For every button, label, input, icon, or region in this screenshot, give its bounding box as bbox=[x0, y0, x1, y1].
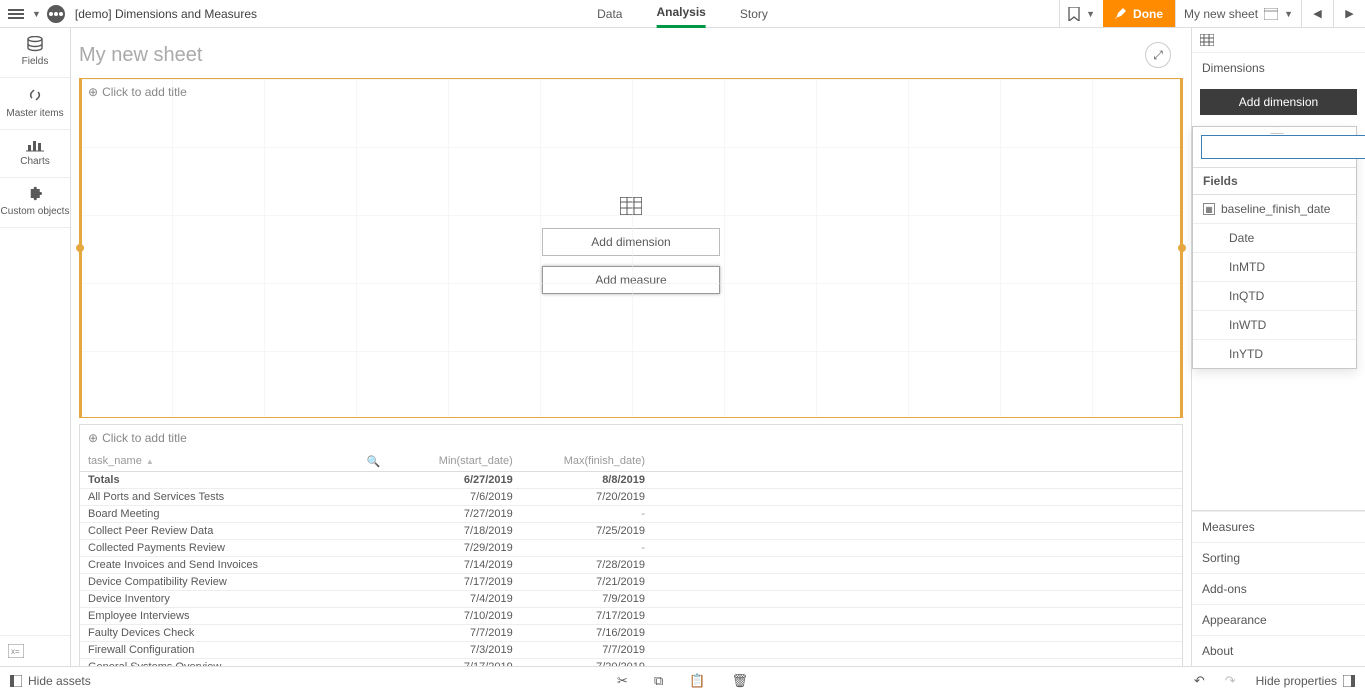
field-item-child[interactable]: InYTD bbox=[1193, 340, 1356, 368]
table-title-hint[interactable]: ⊕ Click to add title bbox=[80, 425, 1182, 451]
table-row[interactable]: Board Meeting7/27/2019- bbox=[80, 506, 1182, 523]
hide-properties-button[interactable]: Hide properties bbox=[1256, 674, 1355, 688]
menu-icon[interactable] bbox=[6, 5, 26, 23]
canvas: My new sheet ⤢ ⊕ Click to add title Add … bbox=[71, 28, 1191, 666]
table-row[interactable]: Totals6/27/20198/8/2019 bbox=[80, 472, 1182, 489]
cut-button[interactable]: ✂ bbox=[617, 673, 628, 689]
delete-button[interactable]: 🗑 bbox=[731, 673, 748, 689]
svg-text:x=: x= bbox=[11, 647, 20, 656]
app-title: [demo] Dimensions and Measures bbox=[75, 7, 257, 21]
sorting-section[interactable]: Sorting bbox=[1192, 542, 1365, 573]
done-label: Done bbox=[1133, 7, 1163, 21]
sheet-icon bbox=[1264, 8, 1278, 20]
field-item-child[interactable]: Date bbox=[1193, 224, 1356, 253]
table-row[interactable]: Employee Interviews7/10/20197/17/2019 bbox=[80, 608, 1182, 625]
grid-bg bbox=[80, 79, 1182, 417]
sheet-name: My new sheet bbox=[1184, 7, 1258, 21]
field-item-child[interactable]: InMTD bbox=[1193, 253, 1356, 282]
sheet-title[interactable]: My new sheet bbox=[79, 44, 202, 67]
sidebar-item-fields[interactable]: Fields bbox=[0, 28, 70, 78]
field-search-input[interactable] bbox=[1201, 135, 1365, 159]
right-panel: Dimensions Add dimension ○ fx Fields ▦ b… bbox=[1191, 28, 1365, 666]
table-row[interactable]: Collect Peer Review Data7/18/20197/25/20… bbox=[80, 523, 1182, 540]
collapse-right-icon bbox=[1343, 675, 1355, 687]
left-panel: Fields Master items Charts Custom object… bbox=[0, 28, 71, 666]
plus-icon: ⊕ bbox=[88, 431, 98, 445]
top-tabs: Data Analysis Story bbox=[597, 0, 768, 28]
measures-section[interactable]: Measures bbox=[1192, 511, 1365, 542]
field-item-child[interactable]: InWTD bbox=[1193, 311, 1356, 340]
collapse-icon bbox=[10, 675, 22, 687]
bottombar: Hide assets ✂ ⧉ 📋 🗑 ↶ ↷ Hide properties bbox=[0, 666, 1365, 694]
field-item-child[interactable]: InQTD bbox=[1193, 282, 1356, 311]
fields-header: Fields bbox=[1193, 167, 1356, 195]
undo-button[interactable]: ↶ bbox=[1194, 673, 1205, 689]
add-dimension-panel-button[interactable]: Add dimension bbox=[1200, 89, 1357, 115]
plus-icon: ⊕ bbox=[88, 85, 98, 99]
bookmark-button[interactable]: ▼ bbox=[1059, 0, 1103, 27]
data-table: task_name▲ 🔍 Min(start_date) Max(finish_… bbox=[80, 451, 1182, 666]
chart-title-hint[interactable]: ⊕ Click to add title bbox=[88, 85, 187, 99]
chart-object[interactable]: ⊕ Click to add title Add dimension Add m… bbox=[79, 78, 1183, 418]
table-row[interactable]: Collected Payments Review7/29/2019- bbox=[80, 540, 1182, 557]
app-icon bbox=[47, 5, 65, 23]
tab-analysis[interactable]: Analysis bbox=[656, 0, 705, 28]
database-icon bbox=[26, 36, 44, 52]
bookmark-icon bbox=[1068, 7, 1080, 21]
pencil-icon bbox=[1115, 8, 1127, 20]
link-icon bbox=[26, 86, 44, 104]
sheet-selector[interactable]: My new sheet ▼ bbox=[1175, 0, 1301, 27]
topbar: ▼ [demo] Dimensions and Measures Data An… bbox=[0, 0, 1365, 28]
addons-section[interactable]: Add-ons bbox=[1192, 573, 1365, 604]
redo-button[interactable]: ↷ bbox=[1225, 673, 1236, 689]
resize-handle-right[interactable] bbox=[1178, 244, 1186, 252]
col-max-finish[interactable]: Max(finish_date) bbox=[521, 451, 653, 472]
table-object[interactable]: ⊕ Click to add title task_name▲ 🔍 Min(st… bbox=[79, 424, 1183, 666]
table-view-toggle[interactable] bbox=[1192, 28, 1365, 53]
table-row[interactable]: General Systems Overview7/17/20197/20/20… bbox=[80, 659, 1182, 667]
dimensions-section[interactable]: Dimensions bbox=[1192, 53, 1365, 83]
table-row[interactable]: Device Inventory7/4/20197/9/2019 bbox=[80, 591, 1182, 608]
bookmark-caret-icon: ▼ bbox=[1086, 9, 1095, 19]
sidebar-item-master-items[interactable]: Master items bbox=[0, 78, 70, 130]
chart-icon bbox=[26, 138, 44, 152]
copy-button[interactable]: ⧉ bbox=[654, 673, 663, 689]
puzzle-icon bbox=[27, 186, 43, 202]
menu-caret-icon[interactable]: ▼ bbox=[32, 9, 41, 19]
variables-button[interactable]: x= bbox=[0, 635, 70, 666]
expand-button[interactable]: ⤢ bbox=[1145, 42, 1171, 68]
prev-sheet-button[interactable]: ◀ bbox=[1301, 0, 1333, 27]
table-icon bbox=[1200, 34, 1214, 46]
sidebar-item-charts[interactable]: Charts bbox=[0, 130, 70, 178]
col-task-name[interactable]: task_name▲ 🔍 bbox=[80, 451, 389, 472]
calendar-icon: ▦ bbox=[1203, 203, 1215, 215]
col-min-start[interactable]: Min(start_date) bbox=[389, 451, 521, 472]
table-row[interactable]: All Ports and Services Tests7/6/20197/20… bbox=[80, 489, 1182, 506]
next-sheet-button[interactable]: ▶ bbox=[1333, 0, 1365, 27]
table-row[interactable]: Device Compatibility Review7/17/20197/21… bbox=[80, 574, 1182, 591]
search-icon[interactable]: 🔍 bbox=[367, 455, 381, 468]
sidebar-item-custom-objects[interactable]: Custom objects bbox=[0, 178, 70, 228]
hide-assets-button[interactable]: Hide assets bbox=[0, 674, 101, 688]
field-item-parent[interactable]: ▦ baseline_finish_date bbox=[1193, 195, 1356, 224]
tab-story[interactable]: Story bbox=[740, 0, 768, 28]
field-popover: ○ fx Fields ▦ baseline_finish_date DateI… bbox=[1192, 126, 1357, 369]
variable-icon: x= bbox=[8, 644, 24, 658]
table-row[interactable]: Firewall Configuration7/3/20197/7/2019 bbox=[80, 642, 1182, 659]
sheet-caret-icon: ▼ bbox=[1284, 9, 1293, 19]
table-row[interactable]: Create Invoices and Send Invoices7/14/20… bbox=[80, 557, 1182, 574]
paste-button[interactable]: 📋 bbox=[689, 673, 705, 689]
about-section[interactable]: About bbox=[1192, 635, 1365, 666]
done-button[interactable]: Done bbox=[1103, 0, 1175, 27]
table-row[interactable]: Faulty Devices Check7/7/20197/16/2019 bbox=[80, 625, 1182, 642]
resize-handle-left[interactable] bbox=[76, 244, 84, 252]
tab-data[interactable]: Data bbox=[597, 0, 622, 28]
appearance-section[interactable]: Appearance bbox=[1192, 604, 1365, 635]
